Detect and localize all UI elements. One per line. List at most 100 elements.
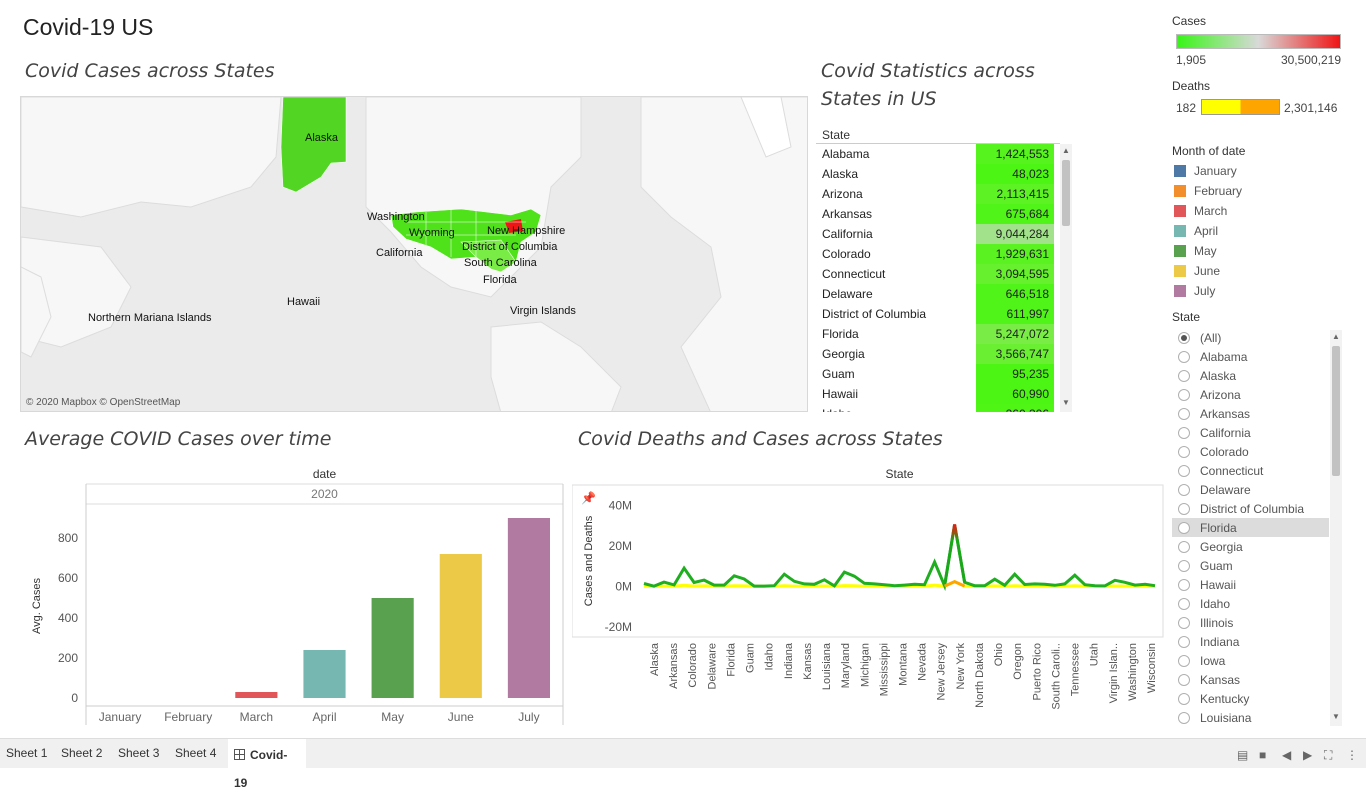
radio-button[interactable] [1178, 711, 1190, 724]
scroll-up-icon[interactable]: ▲ [1330, 332, 1342, 341]
stats-state-name: Delaware [822, 287, 873, 301]
state-filter-item[interactable]: Georgia [1172, 537, 1329, 556]
stats-row[interactable]: Florida 5,247,072 [816, 324, 1074, 344]
month-legend-item[interactable]: January [1174, 161, 1242, 181]
tab-sheet-3[interactable]: Sheet 3 [112, 739, 165, 769]
state-filter-item[interactable]: Illinois [1172, 613, 1329, 632]
stats-state-value: 1,929,631 [976, 244, 1054, 264]
state-filter-item[interactable]: (All) [1172, 328, 1329, 347]
state-filter-item[interactable]: California [1172, 423, 1329, 442]
stats-row[interactable]: Arizona 2,113,415 [816, 184, 1074, 204]
radio-button[interactable] [1178, 578, 1190, 591]
state-filter-item[interactable]: Louisiana [1172, 708, 1329, 726]
plot-border [571, 484, 1164, 638]
stats-row[interactable]: Alabama 1,424,553 [816, 144, 1074, 164]
state-filter-item[interactable]: Hawaii [1172, 575, 1329, 594]
scroll-down-icon[interactable]: ▼ [1330, 712, 1342, 721]
state-filter-item[interactable]: Arkansas [1172, 404, 1329, 423]
radio-button[interactable] [1178, 407, 1190, 420]
radio-button[interactable] [1178, 388, 1190, 401]
month-legend-item[interactable]: May [1174, 241, 1242, 261]
state-filter-item[interactable]: Kansas [1172, 670, 1329, 689]
stats-row[interactable]: District of Columbia 611,997 [816, 304, 1074, 324]
month-swatch [1174, 225, 1186, 237]
stats-row[interactable]: Georgia 3,566,747 [816, 344, 1074, 364]
tab-sheet-2[interactable]: Sheet 2 [55, 739, 108, 769]
scroll-up-icon[interactable]: ▲ [1060, 146, 1072, 155]
scroll-thumb[interactable] [1332, 346, 1340, 476]
state-filter-item[interactable]: Connecticut [1172, 461, 1329, 480]
single-view-icon[interactable]: ■ [1259, 748, 1266, 762]
state-filter-scrollbar[interactable]: ▲ ▼ [1330, 330, 1342, 726]
radio-button[interactable] [1178, 673, 1190, 686]
radio-button[interactable] [1178, 521, 1190, 534]
month-legend-item[interactable]: April [1174, 221, 1242, 241]
stats-table[interactable]: State Alabama 1,424,553 Alaska 48,023 Arizon… [816, 128, 1074, 412]
radio-button[interactable] [1178, 445, 1190, 458]
radio-button[interactable] [1178, 616, 1190, 629]
fullscreen-icon[interactable]: ⛶ [1324, 748, 1332, 763]
radio-button[interactable] [1178, 559, 1190, 572]
stats-row[interactable]: California 9,044,284 [816, 224, 1074, 244]
month-legend-item[interactable]: July [1174, 281, 1242, 301]
state-filter-item[interactable]: Idaho [1172, 594, 1329, 613]
stats-state-value: 3,566,747 [976, 344, 1054, 364]
stats-row[interactable]: Hawaii 60,990 [816, 384, 1074, 404]
state-filter-item[interactable]: Colorado [1172, 442, 1329, 461]
next-sheet-icon[interactable]: ▶ [1303, 748, 1312, 762]
radio-button[interactable] [1178, 426, 1190, 439]
radio-button[interactable] [1178, 483, 1190, 496]
state-filter-item[interactable]: Kentucky [1172, 689, 1329, 708]
radio-button[interactable] [1178, 692, 1190, 705]
state-filter-item[interactable]: Guam [1172, 556, 1329, 575]
state-filter-item[interactable]: Indiana [1172, 632, 1329, 651]
month-legend-item[interactable]: June [1174, 261, 1242, 281]
line-chart[interactable]: State 📌 -20M 0M 20M 40M Cases and Deaths Alaska… [571, 460, 1166, 735]
bar-chart-title: Average COVID Cases over time [25, 428, 332, 450]
stats-row[interactable]: Arkansas 675,684 [816, 204, 1074, 224]
grid-view-icon[interactable]: ▤ [1237, 748, 1248, 762]
radio-button[interactable] [1178, 654, 1190, 667]
radio-button[interactable] [1178, 369, 1190, 382]
tab-sheet-1[interactable]: Sheet 1 [0, 739, 53, 769]
radio-button[interactable] [1178, 540, 1190, 553]
state-filter-item[interactable]: District of Columbia [1172, 499, 1329, 518]
stats-row[interactable]: Idaho260,306 [816, 404, 1074, 412]
radio-button[interactable] [1178, 635, 1190, 648]
radio-button[interactable] [1178, 331, 1190, 344]
bar-chart-header: date [313, 467, 337, 481]
state-filter-item[interactable]: Florida [1172, 518, 1329, 537]
tab-covid-19[interactable]: Covid-19 [228, 739, 306, 790]
bar-may [371, 598, 414, 698]
state-filter-item[interactable]: Delaware [1172, 480, 1329, 499]
radio-button[interactable] [1178, 597, 1190, 610]
more-icon[interactable]: ⋮ [1346, 748, 1358, 762]
bar-chart[interactable]: date 2020 0 200 400 600 800 Avg. Cases January Fe… [20, 460, 570, 730]
state-filter-item[interactable]: Iowa [1172, 651, 1329, 670]
map-label-hawaii: Hawaii [287, 296, 321, 308]
state-filter-item[interactable]: Alabama [1172, 347, 1329, 366]
radio-button[interactable] [1178, 350, 1190, 363]
y-tick-label: 40M [609, 498, 632, 512]
radio-button[interactable] [1178, 502, 1190, 515]
stats-row[interactable]: Colorado 1,929,631 [816, 244, 1074, 264]
stats-row[interactable]: Alaska 48,023 [816, 164, 1074, 184]
stats-row[interactable]: Connecticut 3,094,595 [816, 264, 1074, 284]
month-legend-item[interactable]: February [1174, 181, 1242, 201]
radio-button[interactable] [1178, 464, 1190, 477]
state-filter[interactable]: (All) Alabama Alaska Arizona Arkansas Califor… [1172, 328, 1346, 726]
prev-sheet-icon[interactable]: ◀ [1282, 748, 1291, 762]
deaths-gradient [1201, 99, 1280, 115]
state-filter-item[interactable]: Alaska [1172, 366, 1329, 385]
stats-row[interactable]: Delaware 646,518 [816, 284, 1074, 304]
stats-state-value: 9,044,284 [976, 224, 1054, 244]
stats-scrollbar[interactable]: ▲ ▼ [1060, 144, 1072, 412]
tab-sheet-4[interactable]: Sheet 4 [169, 739, 222, 769]
us-map[interactable]: Alaska Washington Wyoming New Hampshire … [20, 96, 808, 412]
state-filter-item[interactable]: Arizona [1172, 385, 1329, 404]
month-label: January [1194, 164, 1237, 178]
month-legend-item[interactable]: March [1174, 201, 1242, 221]
stats-row[interactable]: Guam 95,235 [816, 364, 1074, 384]
scroll-down-icon[interactable]: ▼ [1060, 398, 1072, 407]
scroll-thumb[interactable] [1062, 160, 1070, 226]
